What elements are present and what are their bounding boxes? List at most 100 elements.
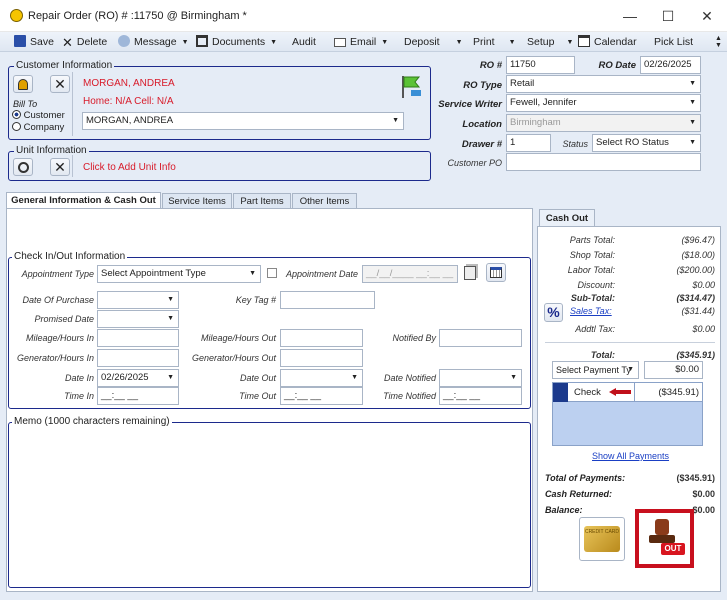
print-button[interactable]: Print ▼ xyxy=(473,34,516,50)
tax-percent-button[interactable]: % xyxy=(544,303,563,322)
date-in-label: Date In xyxy=(64,373,94,383)
toolbar-overflow-icon[interactable]: ▲ ▼ xyxy=(715,35,722,49)
total-payments-label: Total of Payments: xyxy=(545,473,626,483)
mileage-in-label: Mileage/Hours In xyxy=(25,333,94,343)
window-title: Repair Order (RO) # :11750 @ Birmingham … xyxy=(28,10,247,22)
dropdown-arrow-icon: ▼ xyxy=(455,39,463,46)
tab-general-info[interactable]: General Information & Cash Out xyxy=(6,192,161,209)
delete-button[interactable]: ✕ Delete xyxy=(62,34,107,50)
unit-clear-button[interactable]: ✕ xyxy=(50,158,70,176)
customer-person-button[interactable] xyxy=(13,75,33,93)
generator-out-field[interactable] xyxy=(280,349,363,367)
add-unit-link[interactable]: Click to Add Unit Info xyxy=(83,162,176,173)
minimize-button[interactable]: — xyxy=(610,4,650,28)
sales-tax-value: ($31.44) xyxy=(681,306,715,316)
documents-button[interactable]: Documents ▼ xyxy=(196,34,277,50)
promised-date-field[interactable] xyxy=(97,310,179,328)
time-notified-field[interactable]: __:__ __ xyxy=(439,387,522,405)
customer-po-field[interactable] xyxy=(506,153,701,171)
toolbar: Save ✕ Delete Message ▼ Documents ▼ Audit E… xyxy=(0,32,727,52)
generator-in-field[interactable] xyxy=(97,349,179,367)
cash-out-row-label: Labor Total: xyxy=(567,265,615,275)
customer-po-label: Customer PO xyxy=(447,158,502,168)
customer-name[interactable]: MORGAN, ANDREA xyxy=(83,78,175,89)
copy-icon[interactable] xyxy=(464,266,476,280)
location-select[interactable]: Birmingham xyxy=(506,114,701,132)
customer-select[interactable]: MORGAN, ANDREA xyxy=(82,112,404,130)
email-button[interactable]: Email ▼ xyxy=(334,34,388,50)
company-radio[interactable]: Company xyxy=(12,122,64,133)
tab-service-items[interactable]: Service Items xyxy=(162,193,232,209)
addtl-tax-label: Addtl Tax: xyxy=(575,324,615,334)
customer-info-label: Customer Information xyxy=(14,60,115,71)
cash-out-row-label: Parts Total: xyxy=(569,235,615,245)
calendar-button[interactable]: Calendar xyxy=(578,34,637,50)
date-out-field[interactable] xyxy=(280,369,363,387)
customer-divider xyxy=(72,72,73,136)
notified-by-field[interactable] xyxy=(439,329,522,347)
appt-date-field[interactable]: __/__/____ __:__ __ xyxy=(362,265,458,283)
ro-number-field[interactable]: 11750 xyxy=(506,56,575,74)
unit-steering-button[interactable] xyxy=(13,158,33,176)
credit-card-button[interactable]: CREDIT CARD xyxy=(579,517,625,561)
memo-area[interactable] xyxy=(8,422,531,588)
purchase-date-field[interactable] xyxy=(97,291,179,309)
date-notified-label: Date Notified xyxy=(383,373,436,383)
payment-amount-field[interactable]: $0.00 xyxy=(644,361,703,379)
message-button[interactable]: Message ▼ xyxy=(118,34,189,50)
app-icon xyxy=(10,9,23,22)
payment-row[interactable]: Check ($345.91) xyxy=(553,383,702,402)
cash-out-tab[interactable]: Cash Out xyxy=(539,209,595,226)
floppy-disk-icon xyxy=(14,35,26,47)
dropdown-arrow-icon: ▼ xyxy=(181,39,189,46)
ro-type-select[interactable]: Retail xyxy=(506,75,701,93)
cash-out-row-value: $0.00 xyxy=(692,280,715,290)
pick-list-button[interactable]: Pick List xyxy=(654,34,693,50)
cash-returned-label: Cash Returned: xyxy=(545,489,613,499)
unit-info-label: Unit Information xyxy=(14,145,89,156)
mileage-out-field[interactable] xyxy=(280,329,363,347)
date-notified-field[interactable] xyxy=(439,369,522,387)
sales-tax-link[interactable]: Sales Tax: xyxy=(570,306,612,316)
location-label: Location xyxy=(462,119,502,130)
calendar-picker-button[interactable] xyxy=(486,263,506,282)
payment-type-select[interactable]: Select Payment Ty xyxy=(552,361,639,379)
customer-flag-icon[interactable] xyxy=(399,74,423,100)
mileage-in-field[interactable] xyxy=(97,329,179,347)
customer-clear-button[interactable]: ✕ xyxy=(50,75,70,93)
ro-date-field[interactable]: 02/26/2025 xyxy=(640,56,701,74)
total-value: ($345.91) xyxy=(676,350,715,360)
appt-type-select[interactable]: Select Appointment Type xyxy=(97,265,261,283)
checkout-stamp-button[interactable]: OUT xyxy=(635,509,694,568)
maximize-button[interactable]: ☐ xyxy=(648,4,688,28)
service-writer-select[interactable]: Fewell, Jennifer xyxy=(506,94,701,112)
drawer-label: Drawer # xyxy=(461,139,502,150)
speech-bubble-icon xyxy=(118,35,130,47)
drawer-field[interactable]: 1 xyxy=(506,134,551,152)
time-out-field[interactable]: __:__ __ xyxy=(280,387,363,405)
subtotal-label: Sub-Total: xyxy=(570,293,615,303)
customer-phones: Home: N/A Cell: N/A xyxy=(83,96,174,107)
show-all-payments-link[interactable]: Show All Payments xyxy=(592,451,669,461)
deposit-button[interactable]: Deposit ▼ xyxy=(404,34,463,50)
status-label: Status xyxy=(562,139,588,149)
promised-date-label: Promised Date xyxy=(34,314,94,324)
tab-other-items[interactable]: Other Items xyxy=(292,193,357,209)
cash-out-row-label: Discount: xyxy=(577,280,615,290)
save-button[interactable]: Save xyxy=(14,34,54,50)
appt-checkbox[interactable] xyxy=(267,268,277,278)
close-button[interactable]: ✕ xyxy=(687,4,727,28)
setup-button[interactable]: Setup ▼ xyxy=(527,34,573,50)
bill-to-label: Bill To xyxy=(13,99,38,109)
date-in-field[interactable]: 02/26/2025 xyxy=(97,369,179,387)
total-label: Total: xyxy=(590,350,615,360)
dropdown-arrow-icon: ▼ xyxy=(508,39,516,46)
audit-button[interactable]: Audit xyxy=(292,34,316,50)
key-tag-field[interactable] xyxy=(280,291,375,309)
status-select[interactable]: Select RO Status xyxy=(592,134,701,152)
tab-part-items[interactable]: Part Items xyxy=(233,193,291,209)
customer-radio[interactable]: Customer xyxy=(12,110,65,121)
calendar-icon xyxy=(578,35,590,47)
ro-type-label: RO Type xyxy=(463,80,502,91)
time-in-field[interactable]: __:__ __ xyxy=(97,387,179,405)
